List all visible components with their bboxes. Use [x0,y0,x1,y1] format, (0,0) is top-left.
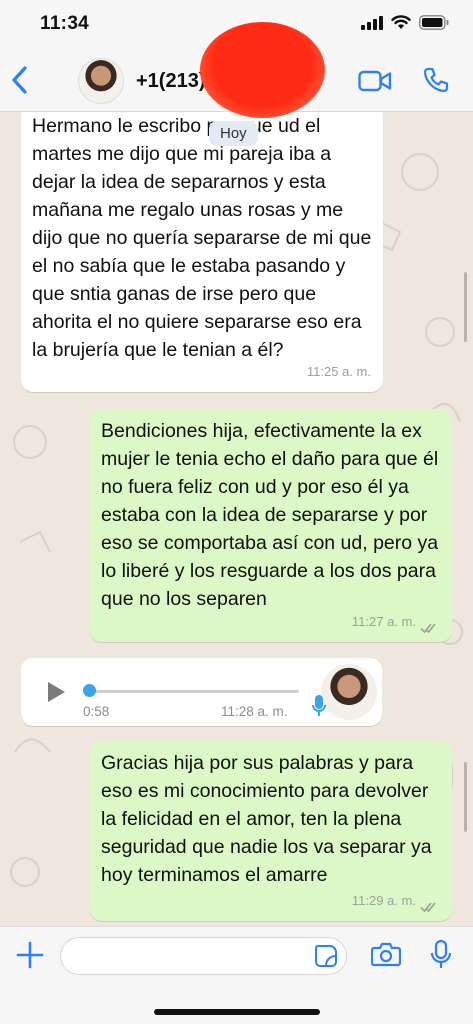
sticker-icon[interactable] [314,944,338,968]
chat-area[interactable]: Hermano le escribo por que ud el martes … [0,112,473,926]
battery-icon [419,15,449,30]
message-bubble-incoming[interactable]: Hermano le escribo por que ud el martes … [21,112,383,392]
message-time: 11:27 a. m. [351,614,416,629]
status-time: 11:34 [40,13,90,34]
composer-bar [0,926,473,1024]
voice-sender-avatar [321,664,377,720]
scroll-indicator[interactable] [464,762,467,832]
read-ticks-icon [420,623,436,634]
wifi-icon [391,15,411,29]
home-indicator[interactable] [154,1009,320,1015]
contact-name[interactable]: +1(213) [136,70,206,93]
video-call-icon[interactable] [358,68,392,94]
message-text: Bendiciones hija, efectivamente la ex mu… [101,420,439,610]
microphone-icon [312,695,326,716]
status-icons [361,15,449,30]
message-text: Gracias hija por sus palabras y para eso… [101,752,432,886]
voice-call-icon[interactable] [422,66,450,94]
back-button[interactable] [8,64,32,96]
message-time: 11:29 a. m. [351,893,416,908]
message-time: 11:25 a. m. [306,364,371,379]
message-time: 11:28 a. m. [221,704,288,719]
play-icon[interactable] [45,680,67,704]
message-text: Hermano le escribo por que ud el martes … [32,115,372,361]
date-chip: Hoy [209,121,258,146]
camera-icon[interactable] [371,941,401,967]
plus-icon[interactable] [16,941,44,969]
voice-message[interactable]: 0:58 11:28 a. m. [21,658,382,726]
voice-progress-knob[interactable] [83,684,96,697]
microphone-icon[interactable] [430,939,452,971]
message-bubble-outgoing[interactable]: Gracias hija por sus palabras y para eso… [90,741,452,921]
contact-avatar[interactable] [78,58,124,104]
voice-duration: 0:58 [83,704,110,719]
message-input[interactable] [60,937,347,975]
message-bubble-outgoing[interactable]: Bendiciones hija, efectivamente la ex mu… [90,409,452,642]
redaction-scribble [200,22,325,118]
signal-icon [361,15,383,30]
read-ticks-icon [420,902,436,913]
scroll-indicator[interactable] [464,272,467,342]
voice-progress-track[interactable] [89,690,299,693]
